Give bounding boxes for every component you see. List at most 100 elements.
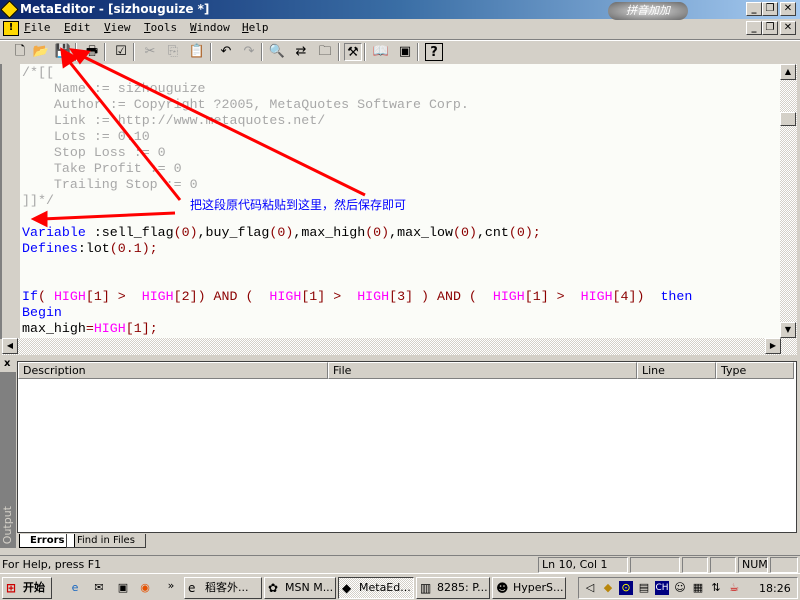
code-token: /*[[ — [22, 65, 54, 80]
output-close-icon[interactable]: x — [4, 358, 10, 369]
code-line: Take Profit := 0 — [22, 161, 182, 177]
code-token: [3] ) AND ( — [389, 289, 493, 304]
scroll-thumb[interactable] — [780, 112, 796, 126]
column-description[interactable]: Description — [18, 362, 328, 379]
column-file[interactable]: File — [328, 362, 637, 379]
find-in-files-icon[interactable]: 🗀 — [316, 43, 334, 61]
taskbar-task[interactable]: ✿ MSN M... — [264, 577, 336, 599]
scroll-down-button[interactable]: ▼ — [780, 322, 796, 338]
windows-logo-icon: ⊞ — [6, 581, 17, 595]
open-icon[interactable]: 📂 — [32, 43, 50, 61]
task-app-icon: ◆ — [342, 581, 352, 595]
compile-check-icon[interactable]: ☑ — [112, 43, 130, 61]
replace-icon[interactable]: ⇄ — [292, 43, 310, 61]
window-title: MetaEditor - [sizhouguize *] — [20, 2, 210, 16]
code-token: Author := Copyright ?2005, MetaQuotes So… — [22, 97, 469, 112]
paste-icon[interactable]: 📋 — [188, 43, 206, 61]
doc-close-button[interactable]: ✕ — [780, 21, 796, 35]
toolbar-separator — [261, 43, 263, 61]
menu-help[interactable]: Help — [242, 21, 269, 34]
status-help: For Help, press F1 — [2, 558, 102, 571]
code-token: ,cnt — [476, 225, 509, 240]
doc-minimize-button[interactable]: _ — [746, 21, 762, 35]
task-label: MSN M... — [285, 581, 334, 594]
cut-icon[interactable]: ✂ — [141, 43, 159, 61]
code-token: (0) — [365, 225, 390, 240]
code-token: Begin — [22, 305, 62, 320]
code-token: Lots := 0.10 — [22, 129, 150, 144]
scroll-right-button[interactable]: ▶ — [765, 338, 781, 354]
restore-button[interactable]: ❐ — [762, 2, 778, 16]
terminal-icon[interactable]: ▣ — [396, 43, 414, 61]
status-bar: For Help, press F1 Ln 10, Col 1 NUM — [0, 555, 800, 573]
copy-icon[interactable]: ⎘ — [164, 43, 182, 61]
task-app-icon: ☻ — [496, 581, 509, 595]
doc-restore-button[interactable]: ❐ — [762, 21, 778, 35]
scroll-up-button[interactable]: ▲ — [780, 64, 796, 80]
code-token: Link := http://www.metaquotes.net/ — [22, 113, 326, 128]
help-icon[interactable]: ? — [425, 43, 443, 61]
menu-tools[interactable]: Tools — [144, 21, 177, 34]
tab-find-in-files[interactable]: Find in Files — [66, 534, 146, 548]
navigator-icon[interactable]: ⚒ — [344, 43, 362, 61]
menu-view[interactable]: View — [104, 21, 131, 34]
new-icon[interactable]: 🗋 — [11, 43, 29, 61]
taskbar-task[interactable]: ◆ MetaEd... — [338, 577, 414, 599]
code-token: ,max_high — [293, 225, 366, 240]
task-label: HyperS... — [513, 581, 564, 594]
code-token: If — [22, 289, 38, 304]
close-button[interactable]: ✕ — [780, 2, 796, 16]
desktop-icon[interactable]: ▣ — [116, 581, 130, 595]
clock: 18:26 — [759, 582, 791, 595]
document-icon[interactable]: ! — [3, 21, 19, 36]
toolbar-separator — [133, 43, 135, 61]
taskbar-task[interactable]: ▥ 8285: P... — [416, 577, 490, 599]
language-ch-icon[interactable]: CH — [655, 581, 669, 595]
start-button[interactable]: ⊞ 开始 — [2, 577, 52, 599]
media-player-icon[interactable]: ◉ — [138, 581, 152, 595]
menu-edit[interactable]: Edit — [64, 21, 91, 34]
toolbar-separator — [338, 43, 340, 61]
column-line[interactable]: Line — [637, 362, 716, 379]
vertical-scrollbar[interactable]: ▲ ▼ — [780, 64, 797, 338]
sync-icon[interactable]: ⇅ — [709, 581, 723, 595]
editor-gutter — [0, 64, 20, 339]
code-line: If( HIGH[1] > HIGH[2]) AND ( HIGH[1] > H… — [22, 289, 692, 305]
redo-icon[interactable]: ↷ — [240, 43, 258, 61]
scroll-left-button[interactable]: ◀ — [2, 338, 18, 354]
code-token: HIGH — [53, 289, 86, 304]
errors-list[interactable]: Description File Line Type — [17, 361, 797, 533]
dictionary-icon[interactable]: 📖 — [372, 43, 390, 61]
task-label: 稻客外... — [205, 581, 249, 594]
find-icon[interactable]: 🔍 — [268, 43, 286, 61]
print-icon[interactable]: 🖶 — [83, 43, 101, 61]
minimize-button[interactable]: _ — [746, 2, 762, 16]
user-icon[interactable]: ☺ — [673, 581, 687, 595]
volume-icon[interactable]: ◁ — [583, 581, 597, 595]
column-type[interactable]: Type — [716, 362, 794, 379]
menu-file[interactable]: File — [24, 21, 51, 34]
code-token: (0); — [508, 225, 541, 240]
status-num: NUM — [738, 557, 768, 573]
monitor-icon[interactable]: ▤ — [637, 581, 651, 595]
ie-icon[interactable]: e — [68, 581, 82, 595]
outlook-icon[interactable]: ✉ — [92, 581, 106, 595]
wireless-icon[interactable]: ⊙ — [619, 581, 633, 595]
status-pane — [770, 557, 798, 573]
tray-app-icon[interactable]: ◆ — [601, 581, 615, 595]
horizontal-scrollbar[interactable]: ◀ ▶ — [2, 338, 797, 355]
status-pane — [710, 557, 736, 573]
status-pane — [682, 557, 708, 573]
network-icon[interactable]: ▦ — [691, 581, 705, 595]
more-chevron-icon[interactable]: » — [164, 579, 178, 593]
toolbar: 🗋 📂 💾 🖶 ☑ ✂ ⎘ 📋 ↶ ↷ 🔍 ⇄ 🗀 ⚒ 📖 ▣? — [0, 39, 800, 63]
code-token: HIGH — [580, 289, 613, 304]
menu-bar: ! File Edit View Tools Window Help _ ❐ ✕ — [0, 19, 800, 38]
menu-window[interactable]: Window — [190, 21, 230, 34]
undo-icon[interactable]: ↶ — [217, 43, 235, 61]
taskbar-task[interactable]: ☻ HyperS... — [492, 577, 566, 599]
java-icon[interactable]: ☕ — [727, 581, 741, 595]
taskbar-task[interactable]: e 稻客外... — [184, 577, 262, 599]
code-token: Trailing Stop := 0 — [22, 177, 198, 192]
save-icon[interactable]: 💾 — [54, 43, 72, 61]
